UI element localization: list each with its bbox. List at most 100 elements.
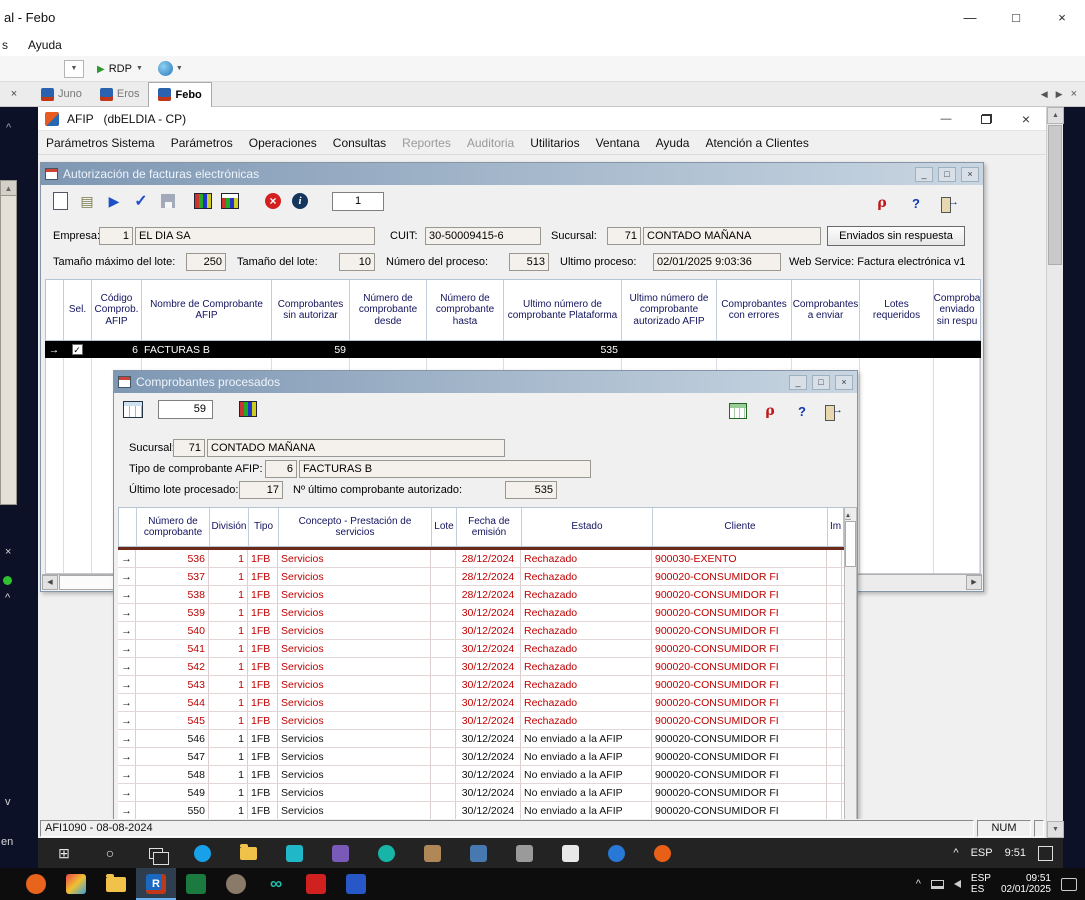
minimize-button[interactable] [915,167,933,182]
network-globe-button[interactable] [158,61,183,76]
ultimo-comprobante-field[interactable]: 535 [505,481,557,499]
menu-parametros-sistema[interactable]: Parámetros Sistema [38,136,163,150]
host-close-button[interactable] [1039,0,1085,34]
grid-row[interactable]: 54411FBServicios30/12/2024Rechazado90002… [118,694,844,712]
tam-max-field[interactable]: 250 [186,253,226,271]
panel-scroll-up-icon[interactable] [6,122,11,134]
rdp-manager-icon[interactable]: R [136,868,176,900]
tray-chevron-icon[interactable] [953,847,958,859]
scroll-tabs-right-icon[interactable] [1056,89,1063,100]
exit-icon[interactable] [823,403,843,419]
scroll-up-icon[interactable] [1047,107,1064,124]
count-input[interactable]: 59 [158,400,213,419]
close-icon[interactable] [1071,88,1077,100]
minimize-button[interactable] [789,375,807,390]
function-keys-icon[interactable] [871,192,893,214]
tab-eros[interactable]: Eros [91,82,149,107]
remote-clock[interactable]: 9:51 [1005,847,1026,859]
help-icon[interactable] [905,192,927,214]
menu-ventana[interactable]: Ventana [588,136,648,150]
task-view-icon[interactable] [144,841,168,865]
afip-close-button[interactable] [1006,107,1046,131]
close-button[interactable] [835,375,853,390]
tipo-name-field[interactable]: FACTURAS B [299,460,591,478]
grid-row[interactable]: 54111FBServicios30/12/2024Rechazado90002… [118,640,844,658]
grid-row[interactable]: 54811FBServicios30/12/2024No enviado a l… [118,766,844,784]
afip-minimize-button[interactable] [926,107,966,131]
scroll-down-icon[interactable] [1047,821,1064,838]
menu-parametros[interactable]: Parámetros [163,136,241,150]
function-keys-icon[interactable] [759,400,781,422]
file-explorer-icon[interactable] [96,868,136,900]
infinity-app-icon[interactable] [256,868,296,900]
selected-grid-row[interactable]: 6 FACTURAS B 59 535 [45,341,981,358]
remote-language-indicator[interactable]: ESP [971,847,993,859]
grid-row[interactable]: 54611FBServicios30/12/2024No enviado a l… [118,730,844,748]
maximize-button[interactable] [938,167,956,182]
empresa-code-field[interactable]: 1 [99,227,133,245]
remote-vertical-scrollbar[interactable] [1046,107,1063,838]
grid-row[interactable]: 53711FBServicios28/12/2024Rechazado90002… [118,568,844,586]
sucursal-code-field[interactable]: 71 [607,227,641,245]
afip-restore-button[interactable] [966,107,1006,131]
run-process-icon[interactable] [103,190,125,212]
notification-icon[interactable] [1061,878,1077,891]
scrollbar-thumb[interactable] [845,521,856,567]
menu-consultas[interactable]: Consultas [325,136,394,150]
menu-ayuda[interactable]: Ayuda [648,136,698,150]
empresa-name-field[interactable]: EL DIA SA [135,227,375,245]
host-maximize-button[interactable] [993,0,1039,34]
scroll-up-icon[interactable] [845,513,851,520]
tipo-code-field[interactable]: 6 [265,460,297,478]
paint-app-icon[interactable] [56,868,96,900]
grid-row[interactable]: 54711FBServicios30/12/2024No enviado a l… [118,748,844,766]
firefox-icon[interactable] [16,868,56,900]
system-window-icon[interactable] [512,841,536,865]
toolbar-dropdown[interactable] [64,60,84,78]
mail-icon[interactable] [466,841,490,865]
window-titlebar[interactable]: Comprobantes procesados [114,371,857,393]
firefox-icon[interactable] [650,841,674,865]
panel-scroll-up-icon[interactable] [5,592,10,604]
document-icon[interactable] [558,841,582,865]
tam-lote-field[interactable]: 10 [339,253,375,271]
scroll-right-icon[interactable] [966,575,982,590]
table-view-icon[interactable] [727,400,749,422]
rdp-protocol-button[interactable]: RDP [92,59,148,79]
pdf-app-icon[interactable] [296,868,336,900]
clock[interactable]: 09:51 02/01/2025 [1001,873,1051,896]
package-icon[interactable] [420,841,444,865]
checked-checkbox[interactable] [72,344,83,355]
sel-checkbox-cell[interactable] [63,341,91,358]
cancel-icon[interactable] [262,190,284,212]
chrome-icon[interactable] [604,841,628,865]
panel-close-icon[interactable] [5,546,11,558]
sucursal-name-field[interactable]: CONTADO MAÑANA [207,439,505,457]
sucursal-name-field[interactable]: CONTADO MAÑANA [643,227,821,245]
tab-febo[interactable]: Febo [148,82,211,107]
new-document-icon[interactable] [49,190,71,212]
scroll-left-icon[interactable] [42,575,58,590]
grid-row[interactable]: 54211FBServicios30/12/2024Rechazado90002… [118,658,844,676]
vertical-scrollbar[interactable] [844,507,857,819]
language-indicator[interactable]: ESP ES [971,873,991,896]
close-button[interactable] [961,167,979,182]
leftover-scrollbar[interactable] [0,180,17,505]
properties-icon[interactable] [76,190,98,212]
volume-icon[interactable] [954,880,961,888]
gimp-icon[interactable] [216,868,256,900]
photos-icon[interactable] [328,841,352,865]
scroll-up-icon[interactable] [1,181,16,196]
start-button-icon[interactable] [52,841,76,865]
scrollbar-thumb[interactable] [1048,125,1062,265]
store-icon[interactable] [282,841,306,865]
brush-app-icon[interactable] [336,868,376,900]
host-minimize-button[interactable] [947,0,993,34]
panel-scroll-down-icon[interactable] [5,796,11,808]
grid-row[interactable]: 53811FBServicios28/12/2024Rechazado90002… [118,586,844,604]
excel-icon[interactable] [176,868,216,900]
tab-juno[interactable]: Juno [32,82,91,107]
grid-export-icon[interactable] [219,190,241,212]
menu-atencion-clientes[interactable]: Atención a Clientes [697,136,816,150]
menu-ayuda[interactable]: Ayuda [28,38,62,52]
